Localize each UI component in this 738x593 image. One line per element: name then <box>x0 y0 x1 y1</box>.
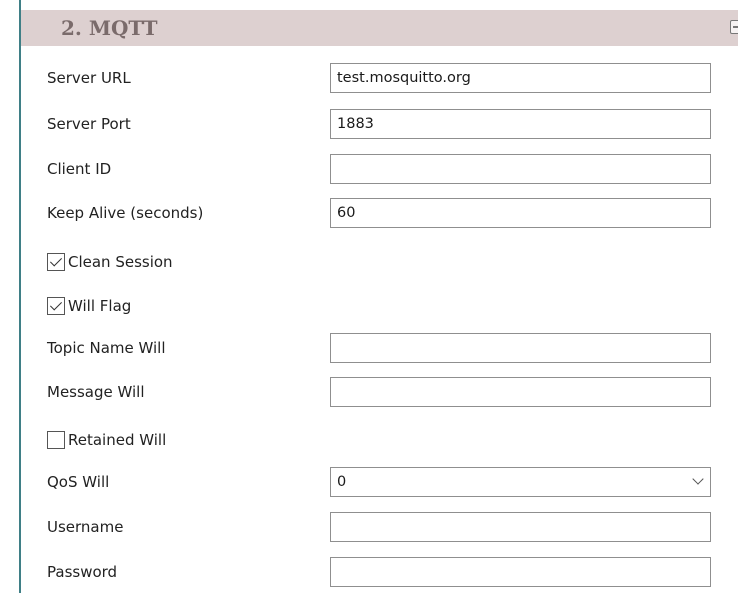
username-input[interactable] <box>330 512 711 542</box>
retained-will-row: Retained Will <box>21 424 738 456</box>
username-row: Username <box>21 511 738 543</box>
server-port-input[interactable] <box>330 109 711 139</box>
server-port-label: Server Port <box>47 115 131 133</box>
will-flag-checkbox[interactable] <box>47 297 65 315</box>
keep-alive-row: Keep Alive (seconds) <box>21 197 738 229</box>
will-flag-row: Will Flag <box>21 290 738 322</box>
qos-will-row: QoS Will 0 <box>21 466 738 498</box>
server-url-input[interactable] <box>330 63 711 93</box>
password-label: Password <box>47 563 118 581</box>
will-flag-control[interactable]: Will Flag <box>47 290 131 322</box>
retained-will-label[interactable]: Retained Will <box>68 431 166 449</box>
username-label: Username <box>47 518 124 536</box>
keep-alive-label: Keep Alive (seconds) <box>47 204 204 222</box>
panel-header: 2. MQTT <box>21 10 738 46</box>
server-port-row: Server Port <box>21 108 738 140</box>
client-id-row: Client ID <box>21 153 738 185</box>
qos-will-value: 0 <box>337 474 347 490</box>
chevron-down-icon <box>692 473 704 485</box>
topic-name-will-label: Topic Name Will <box>47 339 166 357</box>
clean-session-label[interactable]: Clean Session <box>68 253 173 271</box>
qos-will-select[interactable]: 0 <box>330 467 711 497</box>
clean-session-row: Clean Session <box>21 246 738 278</box>
message-will-label: Message Will <box>47 383 145 401</box>
mqtt-settings-page: 2. MQTT Server URL Server Port Client ID… <box>0 0 738 593</box>
retained-will-control[interactable]: Retained Will <box>47 424 166 456</box>
keep-alive-input[interactable] <box>330 198 711 228</box>
minus-square-icon[interactable] <box>730 20 738 34</box>
message-will-row: Message Will <box>21 376 738 408</box>
will-flag-label[interactable]: Will Flag <box>68 297 131 315</box>
topic-name-will-row: Topic Name Will <box>21 332 738 364</box>
client-id-input[interactable] <box>330 154 711 184</box>
panel-title: 2. MQTT <box>61 16 158 40</box>
clean-session-control[interactable]: Clean Session <box>47 246 173 278</box>
password-row: Password <box>21 556 738 588</box>
clean-session-checkbox[interactable] <box>47 253 65 271</box>
message-will-input[interactable] <box>330 377 711 407</box>
qos-will-label: QoS Will <box>47 473 110 491</box>
server-url-label: Server URL <box>47 69 131 87</box>
retained-will-checkbox[interactable] <box>47 431 65 449</box>
server-url-row: Server URL <box>21 62 738 94</box>
topic-name-will-input[interactable] <box>330 333 711 363</box>
password-input[interactable] <box>330 557 711 587</box>
client-id-label: Client ID <box>47 160 112 178</box>
